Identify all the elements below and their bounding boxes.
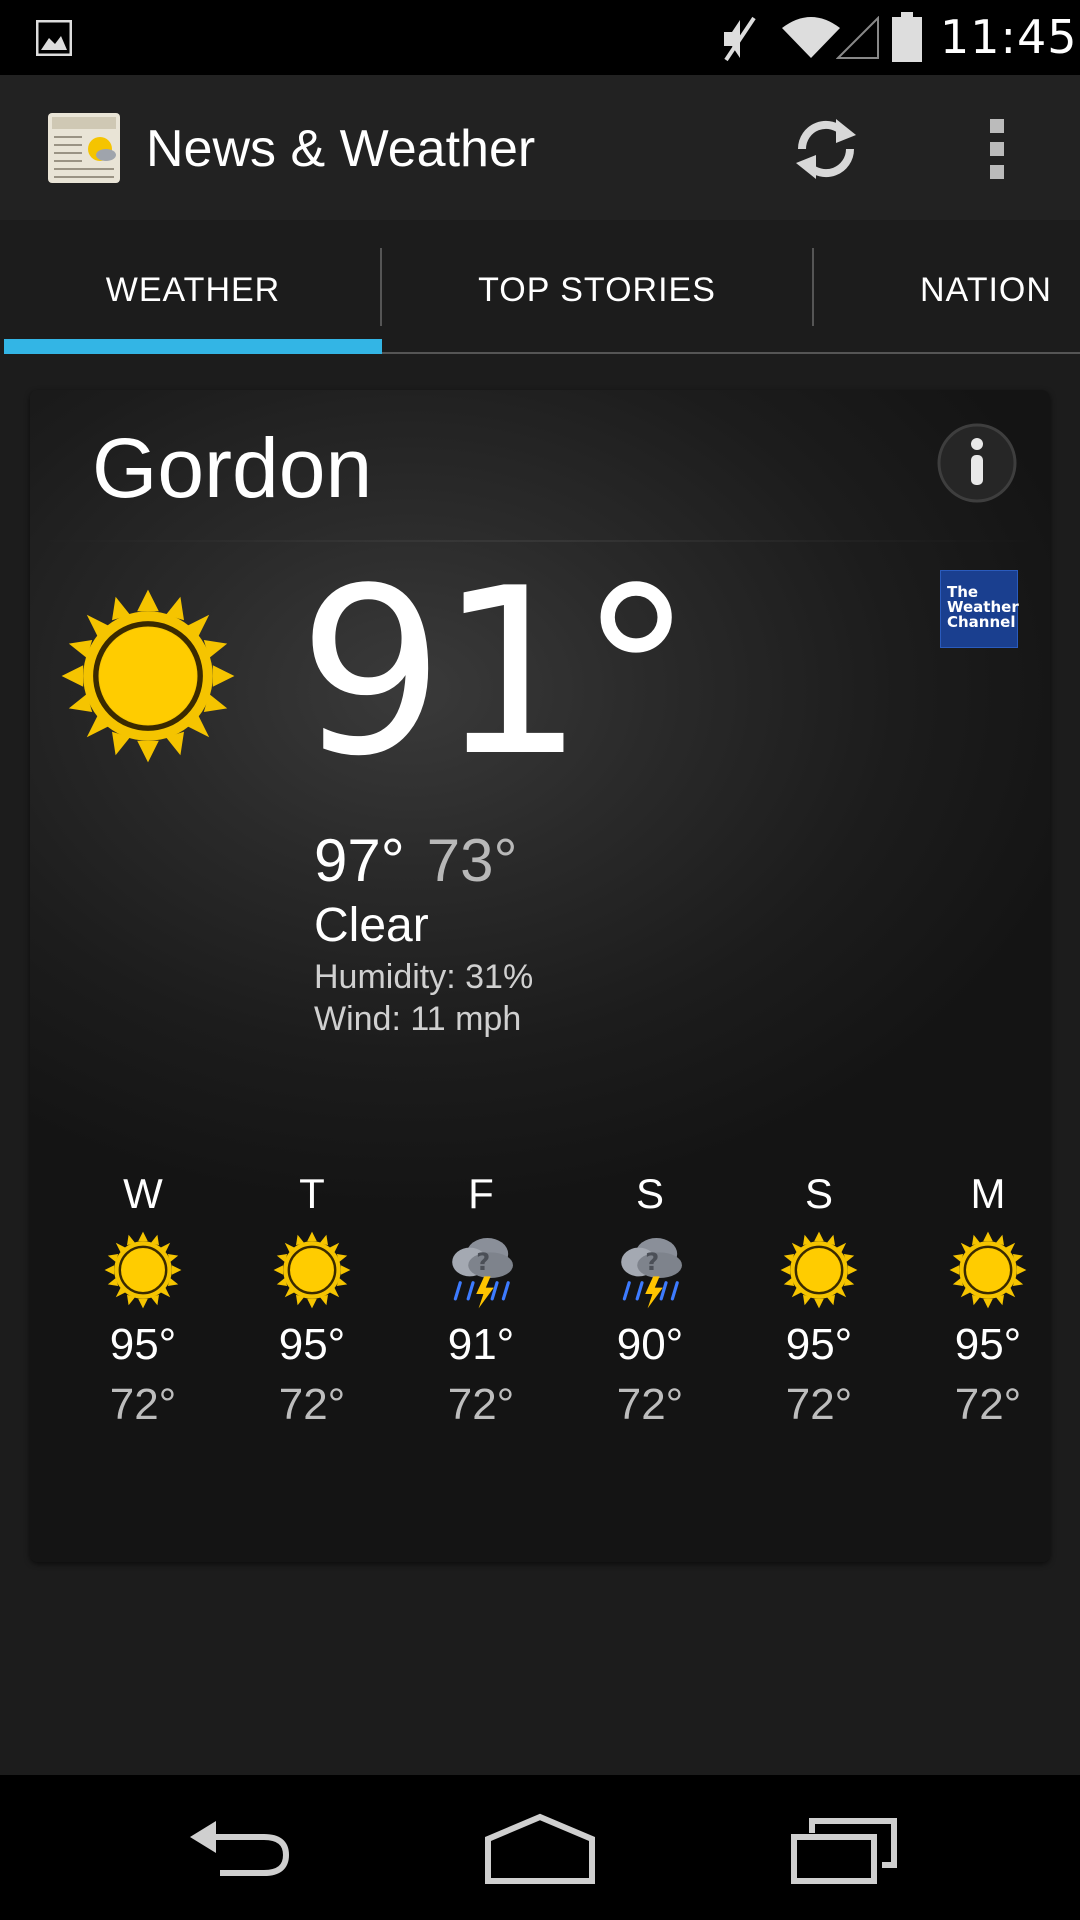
weather-card[interactable]: Gordon The Weather Channel 91° 97° 73° Cl… [30, 390, 1050, 1562]
gallery-icon [36, 20, 72, 56]
forecast-day: S 90° 72° [565, 1170, 735, 1470]
forecast-row: W 95° 72° T 95° 72° F 91° 72° S 90° 72° … [30, 1170, 1050, 1470]
sun-icon [779, 1230, 859, 1310]
forecast-day-name: S [804, 1170, 833, 1217]
forecast-day-name: W [123, 1170, 163, 1217]
forecast-high: 95° [954, 1320, 1022, 1369]
today-high-low: 97° 73° [314, 826, 517, 895]
wind-text: Wind: 11 mph [314, 1000, 522, 1038]
refresh-icon[interactable] [786, 109, 866, 189]
signal-icon [836, 16, 879, 59]
tab-weather[interactable]: WEATHER [4, 220, 382, 358]
forecast-low: 72° [278, 1380, 346, 1429]
forecast-high: 95° [785, 1320, 853, 1369]
forecast-low: 72° [954, 1380, 1022, 1429]
humidity-text: Humidity: 31% [314, 958, 534, 996]
app-icon[interactable] [44, 107, 124, 187]
forecast-day: W 95° 72° [58, 1170, 228, 1470]
sun-icon [58, 586, 238, 766]
forecast-day: F 91° 72° [396, 1170, 566, 1470]
tab-baseline [382, 352, 1080, 354]
action-bar: News & Weather [0, 75, 1080, 220]
thunderstorm-icon [610, 1230, 690, 1310]
forecast-low: 72° [785, 1380, 853, 1429]
forecast-day: T 95° 72° [227, 1170, 397, 1470]
sun-icon [272, 1230, 352, 1310]
today-low: 73° [426, 827, 518, 894]
forecast-low: 72° [109, 1380, 177, 1429]
home-icon[interactable] [482, 1813, 598, 1885]
screen: 11:45 News & Weather WEATHER TOP STORIES… [0, 0, 1080, 1920]
thunderstorm-icon [441, 1230, 521, 1310]
forecast-day: M 95° 72° [903, 1170, 1073, 1470]
mute-icon [724, 16, 756, 62]
navigation-bar [0, 1775, 1080, 1920]
sun-icon [948, 1230, 1028, 1310]
tab-top-stories[interactable]: TOP STORIES [382, 220, 812, 358]
forecast-day-name: M [970, 1170, 1006, 1217]
app-title: News & Weather [146, 120, 536, 178]
recents-icon[interactable] [790, 1813, 900, 1885]
battery-icon [892, 12, 922, 62]
info-icon[interactable] [936, 422, 1018, 504]
forecast-low: 72° [447, 1380, 515, 1429]
back-icon[interactable] [186, 1815, 296, 1885]
forecast-day: S 95° 72° [734, 1170, 904, 1470]
tab-nation[interactable]: NATION [814, 220, 1080, 358]
status-bar: 11:45 [0, 0, 1080, 75]
forecast-day-name: F [468, 1170, 494, 1217]
forecast-day-name: T [299, 1170, 325, 1217]
forecast-low: 72° [616, 1380, 684, 1429]
forecast-high: 95° [109, 1320, 177, 1369]
forecast-high: 90° [616, 1320, 684, 1369]
forecast-day-name: S [635, 1170, 664, 1217]
city-name: Gordon [92, 421, 373, 515]
overflow-menu-icon[interactable] [970, 109, 1026, 189]
condition-text: Clear [314, 899, 429, 952]
clock: 11:45 [940, 10, 1078, 64]
today-high: 97° [314, 827, 405, 894]
current-temperature: 91° [298, 540, 694, 807]
forecast-high: 91° [447, 1320, 515, 1369]
tab-strip: WEATHER TOP STORIES NATION [0, 220, 1080, 358]
tab-selected-indicator [4, 339, 382, 354]
forecast-high: 95° [278, 1320, 346, 1369]
sun-icon [103, 1230, 183, 1310]
weather-channel-logo[interactable]: The Weather Channel [940, 570, 1019, 648]
wifi-icon [782, 17, 840, 58]
